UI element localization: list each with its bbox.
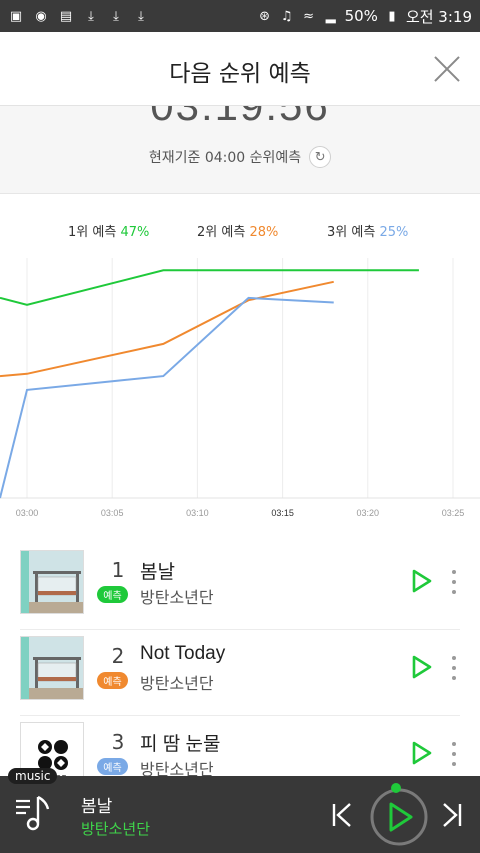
countdown-subtitle-row: 현재기준 04:00 순위예측 ↻ [0, 146, 480, 168]
x-tick-label: 03:15 [271, 508, 294, 518]
series-line-1 [0, 269, 419, 306]
song-title: 봄날 [140, 562, 175, 583]
wifi-icon: ≈ [303, 8, 315, 24]
countdown-timer: 03:19:56 [0, 106, 480, 130]
song-artist: 방탄소년단 [140, 674, 214, 693]
download-icon: ⤓ [138, 8, 144, 24]
legend-item-1: 1위 예측 47% [68, 221, 149, 240]
mini-player: 봄날 방탄소년단 [0, 776, 480, 853]
bluetooth-icon: ⊛ [259, 8, 271, 24]
status-bar: ▣ ◉ ▤ ⤓ ⤓ ⤓ ⊛ ♫ ≈ ▂ 50% ▮ 오전 3:19 [0, 0, 480, 32]
download-icon: ⤓ [88, 8, 94, 24]
x-tick-label: 03:25 [442, 508, 465, 518]
legend-value: 28% [249, 225, 279, 240]
rank-prediction-chart: 03:00 03:05 03:10 03:15 03:20 03:25 [0, 258, 480, 518]
rank-number: 3 [111, 730, 125, 754]
notification-icons: ▣ ◉ ▤ ⤓ ⤓ ⤓ [8, 8, 149, 24]
legend-label: 2위 예측 [197, 225, 246, 240]
close-icon[interactable] [432, 54, 462, 84]
prediction-badge: 예측 [97, 672, 128, 689]
rank-number: 1 [111, 558, 125, 582]
previous-track-icon[interactable] [330, 802, 354, 828]
more-options-icon[interactable] [450, 742, 458, 766]
app-u-icon: ▣ [9, 8, 23, 24]
more-options-icon[interactable] [450, 570, 458, 594]
list-item[interactable]: 2 예측 Not Today 방탄소년단 [20, 630, 460, 716]
x-tick-label: 03:05 [101, 508, 124, 518]
prediction-badge: 예측 [97, 586, 128, 603]
more-options-icon[interactable] [450, 656, 458, 680]
list-item[interactable]: 1 예측 봄날 방탄소년단 [20, 544, 460, 630]
legend-item-2: 2위 예측 28% [197, 221, 278, 240]
battery-percent: 50% [344, 7, 378, 25]
chart-legend: 1위 예측 47% 2위 예측 28% 3위 예측 25% [0, 221, 480, 240]
legend-item-3: 3위 예측 25% [327, 221, 408, 240]
x-tick-label: 03:20 [357, 508, 380, 518]
download-icon: ⤓ [113, 8, 119, 24]
countdown-subtitle: 현재기준 04:00 순위예측 [148, 150, 302, 166]
prediction-badge: 예측 [97, 758, 128, 775]
play-icon[interactable] [408, 568, 434, 594]
x-tick-label: 03:10 [186, 508, 209, 518]
legend-label: 1위 예측 [68, 225, 117, 240]
legend-value: 25% [379, 225, 409, 240]
play-icon[interactable] [408, 654, 434, 680]
countdown-panel: 03:19:56 현재기준 04:00 순위예측 ↻ [0, 106, 480, 194]
album-cover [20, 550, 84, 614]
song-title: Not Today [140, 643, 226, 664]
header: 다음 순위 예측 [0, 32, 480, 106]
refresh-icon[interactable]: ↻ [309, 146, 332, 168]
player-song-title: 봄날 [81, 797, 113, 817]
mute-icon: ♫ [280, 8, 293, 24]
battery-icon: ▮ [388, 8, 396, 24]
next-track-icon[interactable] [440, 802, 464, 828]
page-title: 다음 순위 예측 [169, 61, 311, 87]
app-music-icon: ◉ [35, 8, 47, 24]
legend-label: 3위 예측 [327, 225, 376, 240]
series-line-2 [0, 280, 334, 378]
x-tick-label: 03:00 [16, 508, 39, 518]
player-song-artist: 방탄소년단 [81, 820, 151, 838]
play-icon[interactable] [408, 740, 434, 766]
image-icon: ▤ [59, 8, 73, 24]
music-tag: music [8, 768, 58, 784]
playlist-icon[interactable] [14, 793, 54, 833]
song-title: 피 땀 눈물 [140, 734, 221, 755]
legend-value: 47% [120, 225, 150, 240]
play-pause-button[interactable] [366, 782, 432, 848]
system-icons: ⊛ ♫ ≈ ▂ 50% ▮ 오전 3:19 [257, 6, 472, 27]
clock: 오전 3:19 [405, 7, 472, 26]
rank-number: 2 [111, 644, 125, 668]
signal-icon: ▂ [325, 8, 336, 24]
song-artist: 방탄소년단 [140, 588, 214, 607]
series-line-3 [0, 296, 334, 499]
album-cover [20, 636, 84, 700]
